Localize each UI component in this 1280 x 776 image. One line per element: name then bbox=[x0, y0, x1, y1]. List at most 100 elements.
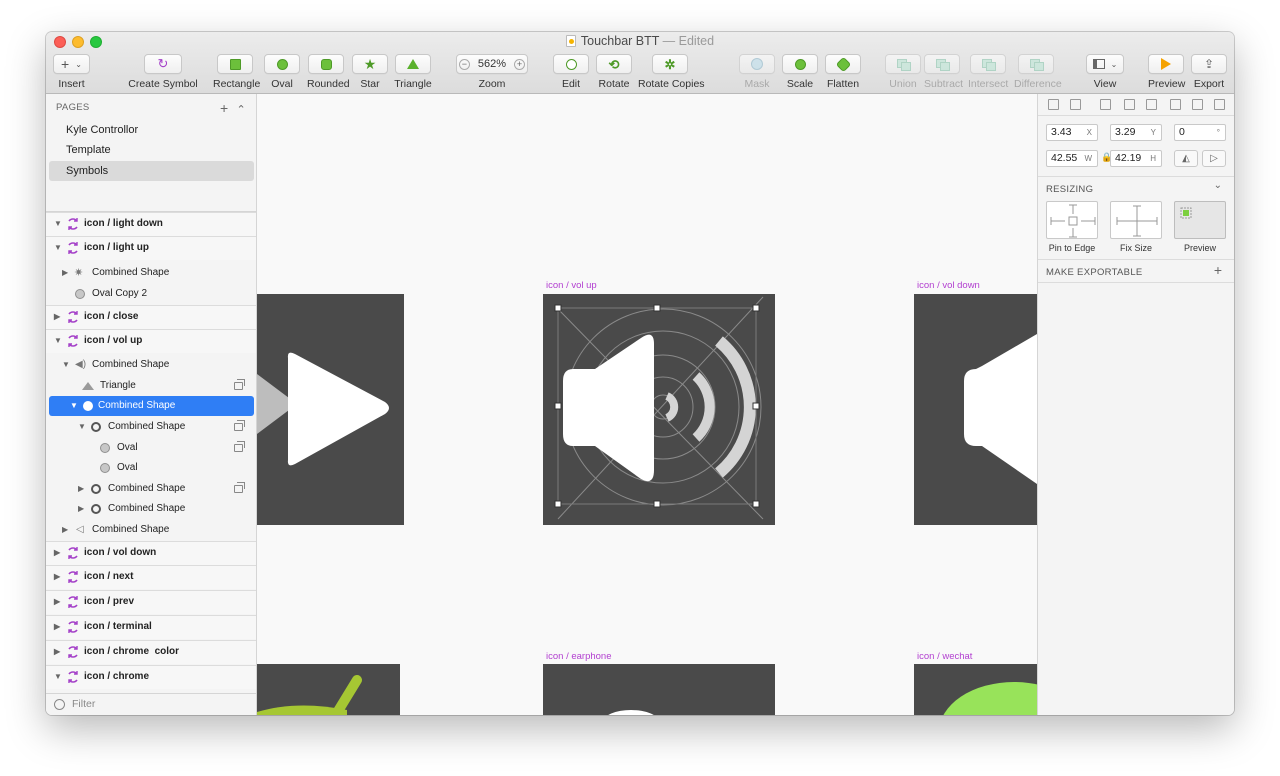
layer-symbol-prev[interactable]: ▶ icon / prev bbox=[46, 590, 256, 614]
view-tool[interactable]: ⌄ View bbox=[1086, 54, 1124, 90]
collapse-arrow-icon[interactable]: ▼ bbox=[54, 237, 62, 259]
scale-tool[interactable]: Scale bbox=[782, 54, 818, 90]
expand-arrow-icon[interactable]: ▶ bbox=[54, 641, 60, 663]
layer-combined-shape-selected[interactable]: ▼ Combined Shape bbox=[49, 396, 254, 416]
oval-tool[interactable]: Oval bbox=[264, 54, 300, 90]
zoom-control[interactable]: − 562% + Zoom bbox=[456, 54, 528, 90]
mask-tool[interactable]: Mask bbox=[739, 54, 775, 90]
x-field[interactable]: 3.43 X bbox=[1046, 124, 1098, 141]
layer-combined-shape[interactable]: ▶ ◁ Combined Shape bbox=[46, 520, 256, 540]
edit-tool[interactable]: Edit bbox=[553, 54, 589, 90]
expand-arrow-icon[interactable]: ▶ bbox=[54, 591, 60, 613]
artboard-wechat[interactable] bbox=[914, 664, 1037, 715]
filter-bar[interactable]: Filter bbox=[46, 693, 256, 715]
difference-tool[interactable]: Difference bbox=[1014, 54, 1062, 90]
expand-arrow-icon[interactable]: ▶ bbox=[78, 479, 84, 499]
artboard-bottom-left[interactable] bbox=[257, 664, 400, 715]
align-left-icon[interactable] bbox=[1100, 99, 1111, 110]
layer-combined-shape[interactable]: ▼ ◀) Combined Shape bbox=[46, 355, 256, 375]
export-tool[interactable]: ⇪ Export bbox=[1191, 54, 1227, 90]
artboard-vol-down[interactable] bbox=[914, 294, 1037, 525]
align-bottom-icon[interactable] bbox=[1214, 99, 1225, 110]
rotation-field[interactable]: 0 ° bbox=[1174, 124, 1226, 141]
triangle-tool[interactable]: Triangle bbox=[394, 54, 432, 90]
intersect-tool[interactable]: Intersect bbox=[968, 54, 1008, 90]
union-tool[interactable]: Union bbox=[885, 54, 921, 90]
collapse-arrow-icon[interactable]: ▼ bbox=[54, 666, 62, 688]
flip-horizontal-button[interactable]: ◭ bbox=[1174, 150, 1198, 167]
collapse-arrow-icon[interactable]: ▼ bbox=[54, 330, 62, 352]
expand-arrow-icon[interactable]: ▶ bbox=[54, 542, 60, 564]
width-field[interactable]: 42.55 W bbox=[1046, 150, 1098, 167]
filter-input[interactable]: Filter bbox=[72, 698, 95, 710]
layer-symbol-next[interactable]: ▶ icon / next bbox=[46, 565, 256, 589]
pin-to-edge-option[interactable] bbox=[1046, 201, 1098, 239]
layer-symbol-terminal[interactable]: ▶ icon / terminal bbox=[46, 615, 256, 639]
star-tool[interactable]: ★ Star bbox=[352, 54, 388, 90]
artboard-label-earphone[interactable]: icon / earphone bbox=[546, 651, 612, 662]
expand-arrow-icon[interactable]: ▶ bbox=[62, 263, 68, 283]
zoom-in-button[interactable]: + bbox=[514, 58, 526, 70]
page-template[interactable]: Template bbox=[49, 140, 254, 160]
artboard-label-vol-up[interactable]: icon / vol up bbox=[546, 280, 597, 291]
layer-oval[interactable]: Oval bbox=[46, 458, 256, 478]
rotate-tool[interactable]: ⟲ Rotate bbox=[595, 54, 633, 90]
flip-vertical-button[interactable]: ▷ bbox=[1202, 150, 1226, 167]
align-center-icon[interactable] bbox=[1124, 99, 1135, 110]
layer-symbol-chrome[interactable]: ▼ icon / chrome bbox=[46, 665, 256, 689]
canvas[interactable]: icon / vol up icon / vol down icon / ear… bbox=[257, 94, 1037, 715]
rectangle-tool[interactable]: Rectangle bbox=[213, 54, 260, 90]
chevron-down-icon[interactable]: ⌄ bbox=[1214, 180, 1222, 191]
artboard-vol-up[interactable] bbox=[543, 294, 775, 525]
height-field[interactable]: 42.19 H bbox=[1110, 150, 1162, 167]
layer-symbol-close[interactable]: ▶ icon / close bbox=[46, 305, 256, 329]
artboard-play[interactable] bbox=[257, 294, 404, 525]
rotate-copies-tool[interactable]: ✲ Rotate Copies bbox=[638, 54, 705, 90]
layer-symbol-vol-down[interactable]: ▶ icon / vol down bbox=[46, 541, 256, 565]
fix-size-option[interactable] bbox=[1110, 201, 1162, 239]
expand-arrow-icon[interactable]: ▶ bbox=[54, 616, 60, 638]
expand-arrow-icon[interactable]: ▶ bbox=[78, 499, 84, 519]
rounded-tool[interactable]: Rounded bbox=[307, 54, 350, 90]
zoom-out-button[interactable]: − bbox=[458, 58, 470, 70]
flatten-tool[interactable]: Flatten bbox=[825, 54, 861, 90]
layer-combined-shape[interactable]: ▶ ✷ Combined Shape bbox=[46, 263, 256, 283]
volume-down-artwork bbox=[964, 334, 1037, 484]
subtract-tool[interactable]: Subtract bbox=[924, 54, 963, 90]
collapse-arrow-icon[interactable]: ▼ bbox=[70, 396, 78, 416]
layer-symbol-light-down[interactable]: ▼ icon / light down bbox=[46, 212, 256, 236]
expand-arrow-icon[interactable]: ▶ bbox=[54, 566, 60, 588]
align-right-icon[interactable] bbox=[1146, 99, 1157, 110]
preview-tool[interactable]: Preview bbox=[1148, 54, 1185, 90]
layer-combined-shape[interactable]: ▼ Combined Shape bbox=[46, 417, 256, 437]
add-page-icon[interactable]: + bbox=[220, 100, 228, 116]
align-middle-icon[interactable] bbox=[1192, 99, 1203, 110]
expand-arrow-icon[interactable]: ▼ bbox=[54, 213, 62, 235]
layer-combined-shape[interactable]: ▶ Combined Shape bbox=[46, 499, 256, 519]
align-top-icon[interactable] bbox=[1170, 99, 1181, 110]
resizing-preview[interactable] bbox=[1174, 201, 1226, 239]
layer-triangle[interactable]: Triangle bbox=[46, 376, 256, 396]
artboard-label-vol-down[interactable]: icon / vol down bbox=[917, 280, 980, 291]
layer-oval-copy-2[interactable]: Oval Copy 2 bbox=[46, 284, 256, 304]
expand-arrow-icon[interactable]: ▶ bbox=[62, 520, 68, 540]
insert-tool[interactable]: + ⌄ Insert bbox=[53, 54, 90, 90]
collapse-arrow-icon[interactable]: ▼ bbox=[78, 417, 86, 437]
layer-symbol-light-up[interactable]: ▼ icon / light up bbox=[46, 236, 256, 260]
y-field[interactable]: 3.29 Y bbox=[1110, 124, 1162, 141]
page-symbols[interactable]: Symbols bbox=[49, 161, 254, 181]
page-kyle-controllor[interactable]: Kyle Controllor bbox=[49, 120, 254, 140]
artboard-earphone[interactable] bbox=[543, 664, 775, 715]
artboard-label-wechat[interactable]: icon / wechat bbox=[917, 651, 972, 662]
distribute-horizontal-icon[interactable] bbox=[1048, 99, 1059, 110]
distribute-vertical-icon[interactable] bbox=[1070, 99, 1081, 110]
add-export-icon[interactable]: + bbox=[1214, 262, 1222, 278]
collapse-pages-icon[interactable]: ⌃ bbox=[236, 104, 246, 116]
create-symbol-tool[interactable]: ↻ Create Symbol bbox=[128, 54, 198, 90]
collapse-arrow-icon[interactable]: ▼ bbox=[62, 355, 70, 375]
layer-symbol-vol-up[interactable]: ▼ icon / vol up bbox=[46, 329, 256, 353]
layer-oval[interactable]: Oval bbox=[46, 438, 256, 458]
layer-combined-shape[interactable]: ▶ Combined Shape bbox=[46, 479, 256, 499]
layer-symbol-chrome-color[interactable]: ▶ icon / chrome color bbox=[46, 640, 256, 664]
expand-arrow-icon[interactable]: ▶ bbox=[54, 306, 60, 328]
